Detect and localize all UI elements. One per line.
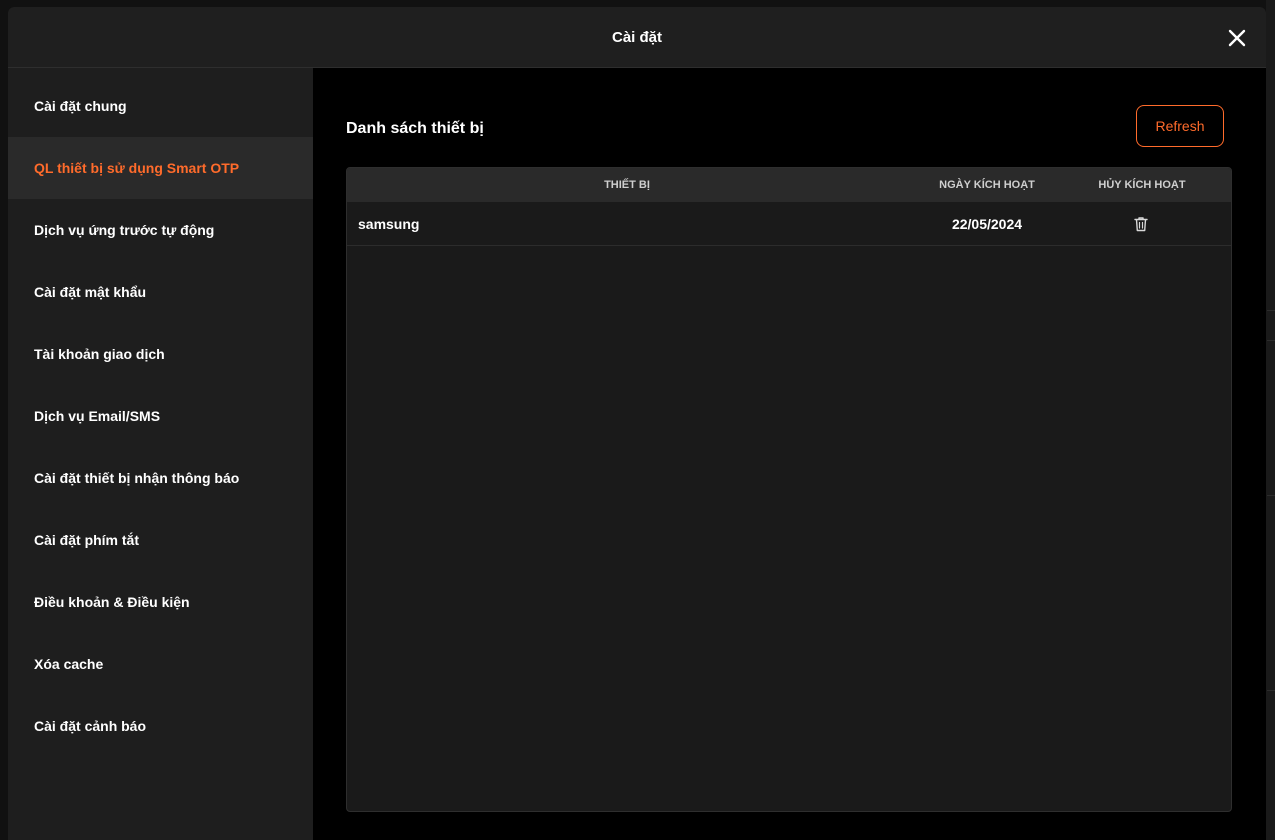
sidebar-item-label: Tài khoản giao dịch (34, 346, 165, 362)
column-header-activation-date: NGÀY KÍCH HOẠT (939, 179, 1035, 191)
refresh-button[interactable]: Refresh (1136, 105, 1224, 147)
sidebar-item-trading-account[interactable]: Tài khoản giao dịch (8, 323, 313, 385)
modal-header: Cài đặt (8, 7, 1266, 68)
device-name-cell: samsung (358, 216, 420, 232)
background-divider (1267, 690, 1275, 691)
trash-icon (1134, 217, 1148, 232)
sidebar-item-smart-otp-devices[interactable]: QL thiết bị sử dụng Smart OTP (8, 137, 313, 199)
sidebar-item-label: Điều khoản & Điều kiện (34, 594, 190, 610)
background-app-edge (1266, 0, 1275, 840)
sidebar-item-label: Xóa cache (34, 656, 104, 672)
sidebar-item-email-sms[interactable]: Dịch vụ Email/SMS (8, 385, 313, 447)
background-divider (1267, 310, 1275, 311)
settings-modal: Cài đặt Cài đặt chung QL thiết bị sử dụn… (8, 7, 1266, 840)
close-button[interactable] (1226, 27, 1248, 49)
sidebar-item-label: Dịch vụ ứng trước tự động (34, 222, 215, 238)
sidebar-item-label: Cài đặt mật khẩu (34, 284, 147, 300)
sidebar-item-clear-cache[interactable]: Xóa cache (8, 633, 313, 695)
column-header-deactivate: HỦY KÍCH HOẠT (1098, 179, 1186, 191)
sidebar-item-shortcuts[interactable]: Cài đặt phím tắt (8, 509, 313, 571)
section-title: Danh sách thiết bị (346, 120, 484, 137)
sidebar-item-label: QL thiết bị sử dụng Smart OTP (34, 160, 240, 176)
sidebar-item-label: Cài đặt phím tắt (34, 532, 140, 548)
sidebar-item-label: Cài đặt thiết bị nhận thông báo (34, 470, 240, 486)
settings-content: Danh sách thiết bị Refresh THIẾT BỊ NGÀY… (313, 68, 1266, 840)
column-header-device: THIẾT BỊ (604, 179, 650, 191)
table-row: samsung 22/05/2024 (347, 202, 1231, 246)
device-table: THIẾT BỊ NGÀY KÍCH HOẠT HỦY KÍCH HOẠT sa… (346, 167, 1232, 812)
background-divider (1267, 495, 1275, 496)
table-header: THIẾT BỊ NGÀY KÍCH HOẠT HỦY KÍCH HOẠT (347, 168, 1231, 202)
sidebar-item-terms[interactable]: Điều khoản & Điều kiện (8, 571, 313, 633)
activation-date-cell: 22/05/2024 (951, 216, 1023, 232)
deactivate-device-button[interactable] (1132, 215, 1150, 233)
sidebar-item-label: Dịch vụ Email/SMS (34, 408, 161, 424)
sidebar-item-alerts[interactable]: Cài đặt cảnh báo (8, 695, 313, 757)
sidebar-item-auto-advance[interactable]: Dịch vụ ứng trước tự động (8, 199, 313, 261)
sidebar-item-notification-devices[interactable]: Cài đặt thiết bị nhận thông báo (8, 447, 313, 509)
sidebar-item-label: Cài đặt cảnh báo (34, 718, 147, 734)
sidebar-item-label: Cài đặt chung (34, 98, 127, 114)
background-divider (1267, 340, 1275, 341)
modal-title: Cài đặt (611, 29, 662, 46)
settings-sidebar: Cài đặt chung QL thiết bị sử dụng Smart … (8, 68, 313, 840)
sidebar-item-password[interactable]: Cài đặt mật khẩu (8, 261, 313, 323)
sidebar-item-general[interactable]: Cài đặt chung (8, 75, 313, 137)
close-icon (1228, 29, 1246, 47)
